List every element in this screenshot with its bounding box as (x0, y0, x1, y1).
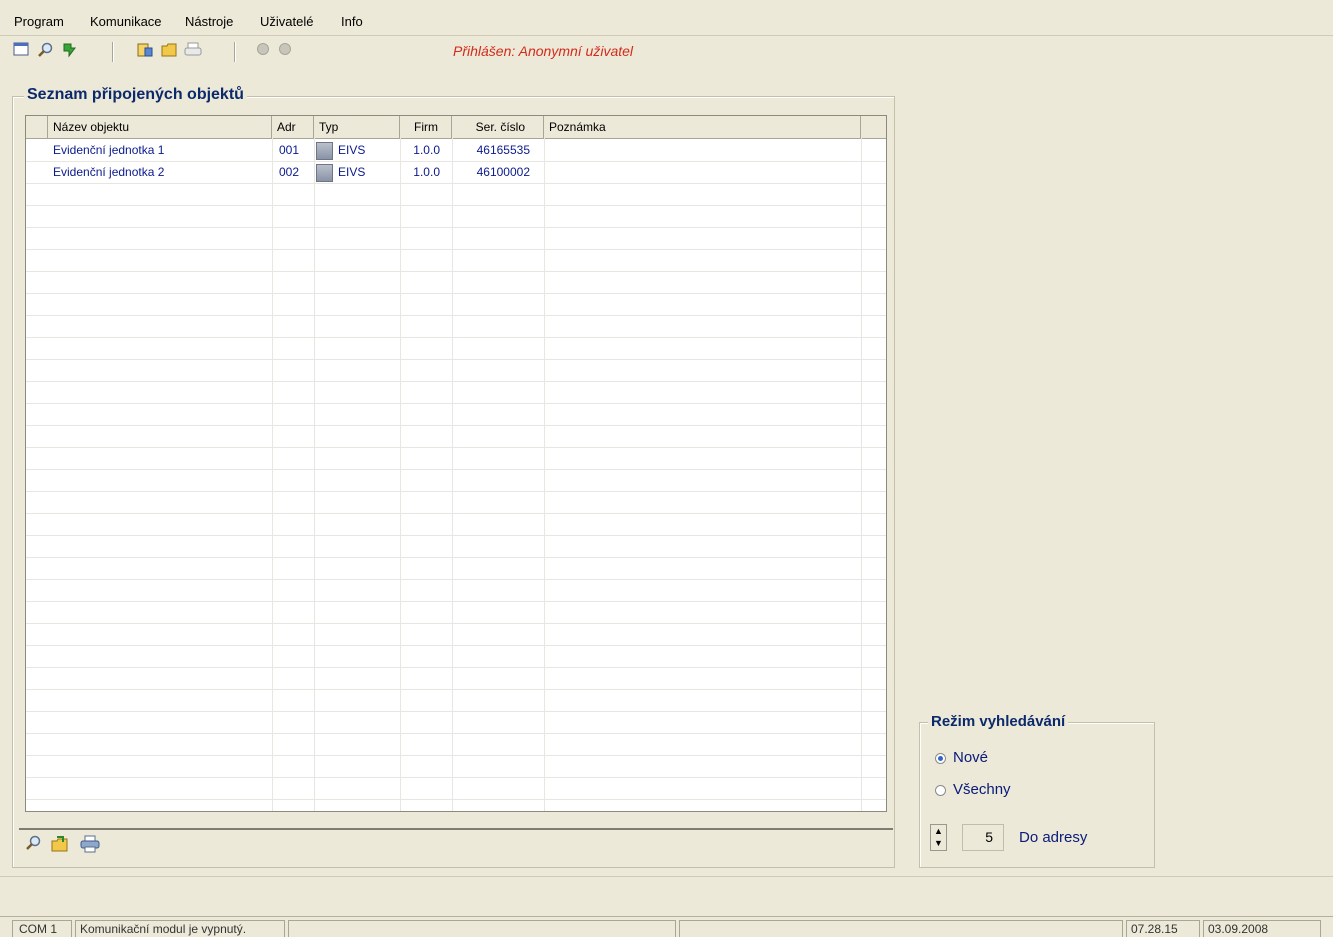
table-row-empty (26, 359, 886, 382)
table-row-empty (26, 755, 886, 778)
header-type[interactable]: Typ (314, 116, 400, 138)
header-serial[interactable]: Ser. číslo (452, 116, 544, 138)
objects-panel-title: Seznam připojených objektů (24, 86, 247, 104)
table-row-empty (26, 733, 886, 756)
toolbar-separator (234, 42, 235, 62)
cell-serial: 46100002 (476, 165, 530, 179)
status-bar: COM 1 Komunikační modul je vypnutý. 07.2… (0, 916, 1333, 937)
record-icon[interactable] (254, 42, 272, 60)
menu-separator (0, 35, 1333, 36)
radio-new-label[interactable]: Nové (953, 749, 988, 766)
cell-adr: 001 (279, 143, 300, 157)
table-row-empty (26, 447, 886, 470)
table-row-empty (26, 513, 886, 536)
status-panel-empty (288, 920, 676, 937)
table-row-empty (26, 293, 886, 316)
menu-bar: Program Komunikace Nástroje Uživatelé In… (0, 0, 1333, 34)
radio-new[interactable] (935, 753, 946, 764)
data-icon[interactable] (136, 42, 154, 60)
header-indicator (26, 116, 48, 138)
table-row-empty (26, 491, 886, 514)
table-row-empty (26, 777, 886, 800)
header-name[interactable]: Název objektu (48, 116, 272, 138)
stop-icon[interactable] (276, 42, 294, 60)
toolbar (0, 38, 1333, 64)
print-icon[interactable] (80, 835, 100, 858)
radio-all-label[interactable]: Všechny (953, 781, 1011, 798)
menu-program[interactable]: Program (14, 14, 64, 29)
toolbar-separator (112, 42, 113, 62)
cell-type-label: EIVS (338, 165, 366, 179)
table-row-empty (26, 645, 886, 668)
connect-icon[interactable] (60, 42, 78, 60)
header-firm[interactable]: Firm (400, 116, 452, 138)
table-row-empty (26, 183, 886, 206)
objects-table[interactable]: Název objektu Adr Typ Firm Ser. číslo Po… (25, 115, 887, 812)
cell-note (546, 139, 551, 161)
header-adr[interactable]: Adr (272, 116, 314, 138)
cell-name: Evidenční jednotka 2 (53, 165, 165, 179)
table-row-empty (26, 799, 886, 811)
table-row-empty (26, 315, 886, 338)
panel-toolbar-divider (19, 828, 893, 830)
table-header: Název objektu Adr Typ Firm Ser. číslo Po… (26, 116, 886, 139)
header-note[interactable]: Poznámka (544, 116, 861, 138)
table-row-empty (26, 425, 886, 448)
device-icon (316, 163, 333, 182)
status-time: 07.28.15 (1126, 920, 1200, 937)
print-icon[interactable] (184, 42, 202, 60)
window-icon[interactable] (12, 42, 30, 60)
table-row-empty (26, 381, 886, 404)
menu-uzivatele[interactable]: Uživatelé (260, 14, 313, 29)
table-row-empty (26, 557, 886, 580)
search-mode-title: Režim vyhledávání (928, 713, 1069, 730)
status-port: COM 1 (12, 920, 72, 937)
address-label: Do adresy (1019, 829, 1088, 846)
status-message: Komunikační modul je vypnutý. (75, 920, 285, 937)
area-divider (0, 876, 1333, 877)
cell-note (546, 161, 551, 183)
table-row[interactable]: Evidenční jednotka 2 002 EIVS 1.0.0 4610… (26, 161, 886, 184)
cell-name: Evidenční jednotka 1 (53, 143, 165, 157)
search-icon[interactable] (36, 42, 54, 60)
menu-nastroje[interactable]: Nástroje (185, 14, 233, 29)
table-row-empty (26, 667, 886, 690)
cell-type-label: EIVS (338, 143, 366, 157)
table-row-empty (26, 469, 886, 492)
table-row-empty (26, 337, 886, 360)
table-row-empty (26, 689, 886, 712)
table-row-empty (26, 249, 886, 272)
table-row-empty (26, 205, 886, 228)
login-status: Přihlášen: Anonymní uživatel (453, 43, 634, 59)
cell-type: EIVS (314, 161, 365, 183)
address-spinner[interactable]: ▲ ▼ (930, 824, 947, 851)
cell-type: EIVS (314, 139, 365, 161)
status-panel-empty (679, 920, 1123, 937)
cell-serial: 46165535 (476, 143, 530, 157)
menu-info[interactable]: Info (341, 14, 363, 29)
table-row-empty (26, 579, 886, 602)
cell-firm: 1.0.0 (413, 165, 440, 179)
device-icon (316, 141, 333, 160)
table-row-empty (26, 227, 886, 250)
folder-icon[interactable] (160, 42, 178, 60)
table-row-empty (26, 711, 886, 734)
table-row-empty (26, 271, 886, 294)
cell-adr: 002 (279, 165, 300, 179)
cell-firm: 1.0.0 (413, 143, 440, 157)
table-row-empty (26, 623, 886, 646)
table-row-empty (26, 535, 886, 558)
table-row[interactable]: Evidenční jednotka 1 001 EIVS 1.0.0 4616… (26, 139, 886, 162)
menu-komunikace[interactable]: Komunikace (90, 14, 162, 29)
table-row-empty (26, 601, 886, 624)
status-date: 03.09.2008 (1203, 920, 1321, 937)
address-input[interactable]: 5 (962, 824, 1004, 851)
radio-all[interactable] (935, 785, 946, 796)
search-icon[interactable] (25, 835, 41, 856)
export-icon[interactable] (51, 835, 69, 858)
table-row-empty (26, 403, 886, 426)
